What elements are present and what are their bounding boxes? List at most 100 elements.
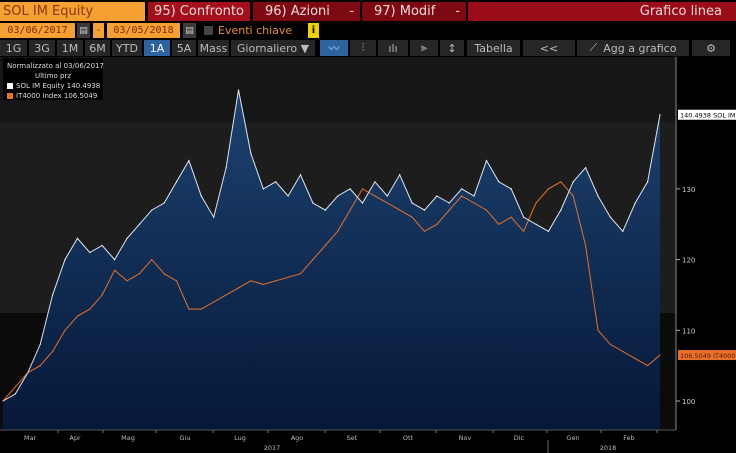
- sol-point: [237, 89, 240, 91]
- x-tick-label: Mar: [24, 434, 37, 442]
- legend-item-it4000: IT4000 Index 106.5049: [7, 91, 99, 101]
- it4000-point: [374, 195, 376, 197]
- legend-name: IT4000 Index: [16, 92, 62, 100]
- sol-point: [510, 188, 512, 190]
- x-tick-label: Giu: [180, 434, 191, 442]
- it4000-point: [200, 308, 202, 310]
- it4000-point: [89, 308, 91, 310]
- it4000-point: [361, 188, 364, 190]
- it4000-point: [175, 280, 178, 282]
- it4000-point: [399, 209, 401, 211]
- it4000-point: [113, 269, 116, 271]
- price-chart: 100 110 120 130 Mar Apr Mag Giu Lug Ago Set Ott Nov D…: [0, 57, 736, 453]
- sol-point: [262, 188, 264, 190]
- y-tick-label: 120: [682, 257, 695, 265]
- sol-point: [64, 259, 66, 261]
- sol-point: [485, 160, 488, 162]
- sol-point: [225, 167, 227, 169]
- it4000-point: [386, 202, 388, 204]
- x-tick-label: Set: [347, 434, 358, 442]
- sol-point: [498, 181, 500, 183]
- sol-point: [126, 237, 128, 239]
- it4000-point: [622, 350, 624, 353]
- sol-last-label: 140.4938 SOL IM: [680, 112, 736, 120]
- it4000-point: [39, 365, 41, 367]
- it4000-point: [312, 259, 314, 261]
- sol-point: [386, 195, 388, 197]
- x-tick-label: Gen: [566, 434, 579, 442]
- sol-point: [572, 181, 574, 183]
- sol-point: [436, 195, 438, 197]
- y-tick-label: 130: [682, 186, 695, 194]
- sol-point: [76, 237, 78, 239]
- y-tick-label: 100: [682, 398, 695, 406]
- legend-value: 140.4938: [66, 82, 101, 90]
- sol-point: [89, 251, 91, 254]
- legend-title: Normalizzato al 03/06/2017: [7, 62, 104, 70]
- it4000-point: [27, 372, 29, 374]
- it4000-point: [76, 315, 78, 317]
- it4000-point: [262, 283, 264, 285]
- it4000-point: [523, 230, 525, 232]
- sol-point: [423, 209, 426, 211]
- it4000-point: [213, 301, 215, 303]
- sol-point: [622, 230, 624, 232]
- it4000-point: [498, 223, 500, 225]
- y-tick-label: 110: [682, 327, 695, 335]
- it4000-point: [547, 188, 550, 190]
- sol-point: [39, 343, 41, 346]
- it4000-point: [647, 365, 649, 367]
- it4000-point: [324, 244, 326, 247]
- sol-point: [609, 216, 612, 218]
- it4000-point: [287, 276, 289, 278]
- sol-point: [560, 209, 562, 211]
- sol-point: [299, 174, 302, 176]
- sol-point: [523, 216, 525, 218]
- it4000-point: [237, 287, 240, 289]
- sol-point: [324, 209, 326, 211]
- sol-point: [101, 244, 103, 247]
- it4000-point: [2, 400, 4, 402]
- x-tick-label: Apr: [69, 434, 81, 442]
- legend-swatch: [7, 93, 13, 99]
- x-tick-label: Ott: [403, 434, 414, 442]
- sol-point: [213, 216, 215, 218]
- it4000-point: [14, 386, 16, 388]
- legend-item-sol: SOL IM Equity 140.4938: [7, 81, 101, 91]
- sol-point: [361, 202, 364, 204]
- sol-point: [374, 181, 376, 183]
- sol-point: [151, 209, 153, 211]
- it4000-point: [473, 202, 475, 204]
- sol-point: [51, 294, 54, 296]
- it4000-point: [275, 280, 277, 282]
- sol-point: [138, 223, 140, 225]
- it4000-point: [448, 209, 450, 211]
- it4000-point: [485, 209, 488, 211]
- it4000-point: [337, 230, 339, 232]
- x-tick-label: Feb: [623, 434, 635, 442]
- sol-point: [163, 202, 165, 204]
- sol-point: [399, 174, 401, 176]
- it4000-point: [609, 343, 612, 346]
- it4000-point: [461, 195, 463, 197]
- it4000-point: [423, 230, 426, 232]
- year-label: 2017: [264, 444, 281, 452]
- sol-point: [200, 195, 202, 197]
- sol-point: [188, 160, 190, 162]
- it4000-point: [138, 273, 140, 275]
- sol-point: [535, 223, 537, 225]
- it4000-point: [436, 223, 438, 225]
- it4000-point: [585, 244, 587, 247]
- x-tick-label: Lug: [234, 434, 246, 442]
- sol-point: [275, 181, 277, 183]
- sol-point: [448, 202, 450, 204]
- it4000-point: [126, 280, 128, 282]
- x-tick-label: Mag: [121, 434, 135, 442]
- it4000-point: [64, 329, 66, 331]
- it4000-point: [101, 294, 103, 296]
- legend-name: SOL IM Equity: [16, 82, 65, 90]
- sol-point: [547, 230, 550, 232]
- it4000-point: [299, 273, 302, 275]
- sol-point: [14, 393, 16, 395]
- it4000-point: [560, 181, 562, 183]
